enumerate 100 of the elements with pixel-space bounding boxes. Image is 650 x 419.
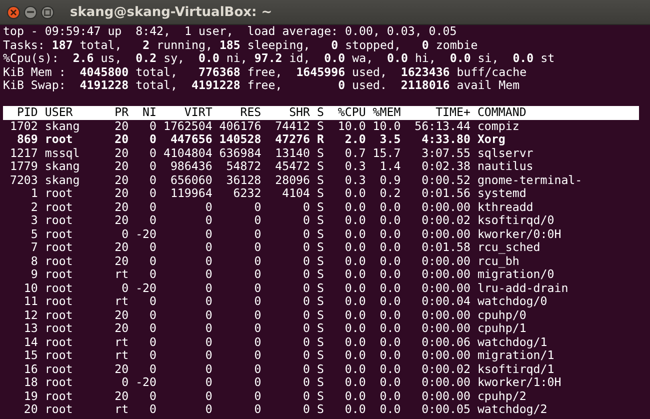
table-cell-text: 0.0 <box>344 349 366 362</box>
table-cell-text: 0:00.00 <box>420 268 470 282</box>
table-cell-text: 14 <box>22 336 38 349</box>
table-cell: S <box>316 295 324 308</box>
table-cell-text: 28096 <box>274 174 310 187</box>
table-cell-text: watchdog/1 <box>477 336 548 349</box>
table-cell-text: 0 <box>148 146 156 160</box>
table-cell-text: 0 <box>148 214 156 228</box>
table-cell-text: root <box>44 349 74 362</box>
table-cell-text: 0 <box>204 268 212 282</box>
table-cell-text: 74412 <box>274 120 310 133</box>
table-cell-text: 0 <box>302 349 310 362</box>
column-header: PR <box>114 106 129 120</box>
table-cell-text: nautilus <box>477 160 534 174</box>
table-cell-text: 0 <box>204 214 212 228</box>
maximize-icon <box>44 8 51 16</box>
table-cell-text: 0.0 <box>344 200 366 214</box>
table-cell-text: skang <box>44 174 81 187</box>
table-cell-text: root <box>44 403 74 416</box>
table-cell-text: 0 <box>253 349 262 362</box>
table-cell-text: 0 <box>148 390 156 403</box>
table-cell-text: 0.0 <box>344 228 366 241</box>
table-cell-text: root <box>44 254 74 268</box>
table-cell-text: cpuhp/2 <box>477 390 528 403</box>
table-cell-text: 0.0 <box>344 295 366 308</box>
table-cell-text: 20 <box>114 241 129 254</box>
table-cell-text: cpuhp/1 <box>477 322 528 336</box>
table-cell-text: 0.0 <box>344 187 366 200</box>
table-cell: -20 <box>136 282 156 295</box>
close-button[interactable] <box>7 6 20 18</box>
table-cell-text: 0.0 <box>344 376 366 390</box>
column-header: S <box>316 106 324 120</box>
table-cell-text: 0 <box>253 214 262 228</box>
table-cell-text: 0 <box>148 268 156 282</box>
table-cell-text: 0 <box>253 241 262 254</box>
table-cell-text: 0.0 <box>378 254 401 268</box>
table-cell-text: 0 <box>253 403 262 416</box>
table-cell-text: rcu_sched <box>477 241 542 254</box>
table-cell-text: root <box>44 241 74 254</box>
table-cell-text: 0.0 <box>378 308 401 322</box>
table-cell-text: root <box>44 322 74 336</box>
table-cell-text: 0.0 <box>378 268 401 282</box>
table-cell-text: 0:00.00 <box>420 282 470 295</box>
table-cell: S <box>316 403 324 416</box>
table-cell-text: 0 <box>148 336 156 349</box>
table-cell-text: cpuhp/0 <box>477 308 528 322</box>
table-cell-text: 0 <box>253 254 262 268</box>
table-cell-text: 0.0 <box>378 214 401 228</box>
table-cell-text: watchdog/2 <box>477 403 548 416</box>
table-cell-text: 0.3 <box>344 174 366 187</box>
table-cell-text: 0 <box>253 362 262 376</box>
table-cell-text: 0 <box>148 295 156 308</box>
table-cell-text: 0:00.00 <box>420 322 470 336</box>
table-cell-text: 0.0 <box>378 403 401 416</box>
table-cell-text: kworker/0:0H <box>477 228 562 241</box>
table-cell-text: 447656 <box>169 133 212 146</box>
maximize-button[interactable] <box>41 6 54 18</box>
table-cell: S <box>316 174 324 187</box>
table-cell-text: 0 <box>302 254 310 268</box>
table-cell-text: migration/1 <box>477 349 556 362</box>
table-cell-text: 20 <box>114 146 129 160</box>
table-cell-text: 0 <box>120 228 129 241</box>
table-cell-text: 19 <box>22 390 38 403</box>
table-cell-text: 20 <box>114 322 129 336</box>
table-cell-text: root <box>44 390 74 403</box>
table-cell-text: root <box>44 133 73 146</box>
table-cell-text: root <box>44 376 74 390</box>
table-cell-text: 13 <box>22 322 38 336</box>
table-cell-text: 0 <box>148 322 156 336</box>
table-cell-text: 0 <box>204 336 212 349</box>
table-cell-text: 0.0 <box>344 268 366 282</box>
table-cell-text: 20 <box>114 160 129 174</box>
table-cell-text: 45472 <box>274 160 310 174</box>
table-cell-text: 1217 <box>8 146 38 160</box>
table-cell-text: 0 <box>204 282 212 295</box>
table-cell-text: 20 <box>114 133 129 146</box>
table-cell-text: 0.0 <box>344 336 366 349</box>
table-cell-text: 0 <box>204 376 212 390</box>
table-cell-text: 0 <box>204 308 212 322</box>
table-cell-text: 20 <box>114 120 129 133</box>
table-cell: S <box>316 268 324 282</box>
table-cell-text: 0.0 <box>344 214 366 228</box>
table-cell-text: 0 <box>302 322 310 336</box>
table-cell-text: 0.0 <box>378 228 401 241</box>
column-header: NI <box>142 106 156 120</box>
table-cell-text: 20 <box>114 362 129 376</box>
table-cell-text: ksoftirqd/0 <box>477 214 556 228</box>
table-cell-text: root <box>44 308 74 322</box>
table-cell-text: 2.0 <box>344 133 366 146</box>
table-cell-text: systemd <box>477 187 526 200</box>
table-cell-text: 0 <box>302 295 310 308</box>
minimize-button[interactable] <box>24 6 37 18</box>
table-cell-text: 3:07.55 <box>420 146 470 160</box>
table-cell: S <box>316 362 324 376</box>
table-cell-text: 20 <box>114 200 129 214</box>
table-cell-text: 0 <box>148 254 156 268</box>
table-cell-text: 0 <box>302 241 310 254</box>
table-cell-text: Xorg <box>477 133 506 146</box>
table-cell-text: root <box>44 228 74 241</box>
table-cell-text: 0 <box>204 241 212 254</box>
